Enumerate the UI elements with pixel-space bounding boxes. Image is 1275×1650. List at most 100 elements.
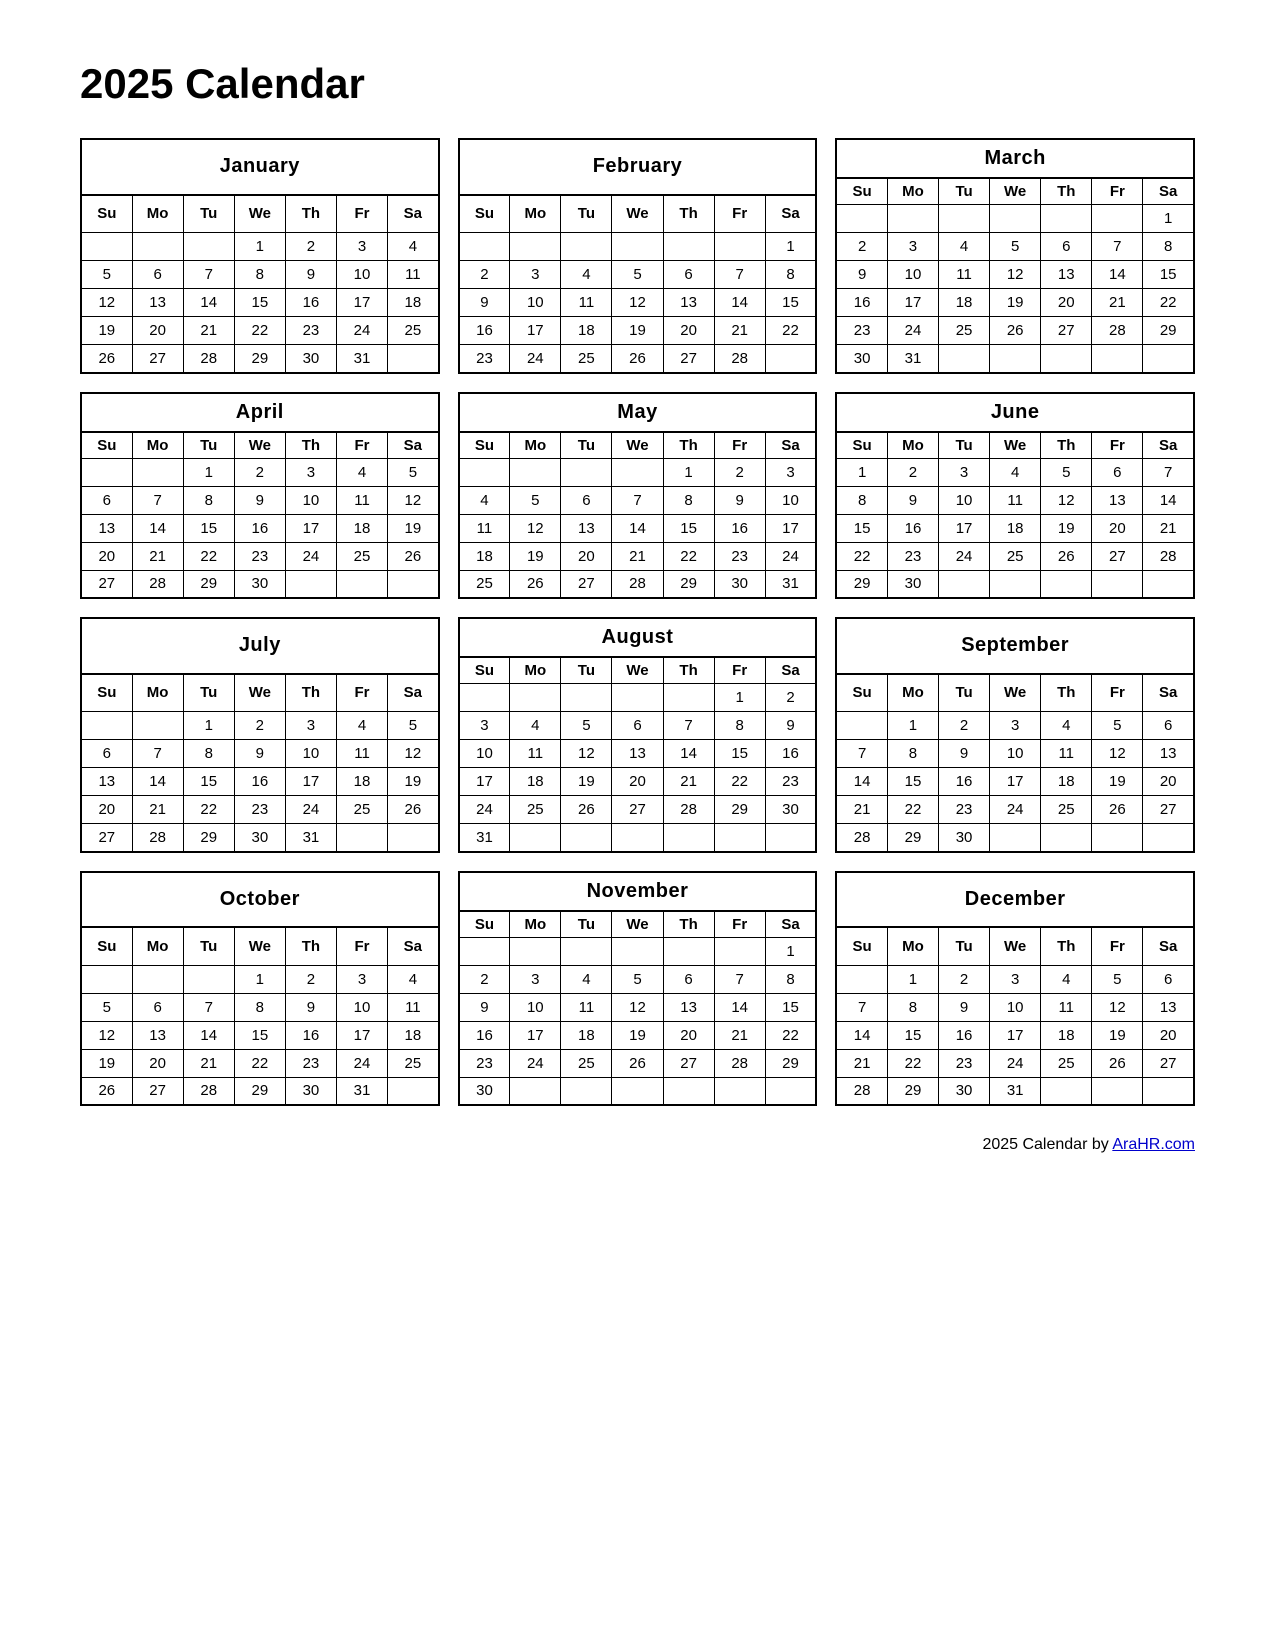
- day-cell: 13: [81, 768, 132, 796]
- day-cell: 1: [234, 965, 285, 993]
- day-cell: 21: [183, 317, 234, 345]
- day-cell: 4: [459, 486, 510, 514]
- table-row: 567891011: [81, 261, 439, 289]
- day-header-fr: Fr: [714, 195, 765, 233]
- day-cell: 26: [1041, 542, 1092, 570]
- day-cell: 21: [1143, 514, 1194, 542]
- table-row: 13141516171819: [81, 768, 439, 796]
- day-cell: 5: [510, 486, 561, 514]
- table-row: 9101112131415: [836, 261, 1194, 289]
- day-cell: 19: [388, 768, 439, 796]
- day-cell: 19: [1092, 1021, 1143, 1049]
- day-cell: 29: [887, 1077, 938, 1105]
- day-header-we: We: [612, 911, 663, 938]
- day-cell: 8: [234, 993, 285, 1021]
- empty-cell: [1041, 824, 1092, 852]
- day-cell: 7: [132, 486, 183, 514]
- empty-cell: [612, 233, 663, 261]
- day-cell: 2: [459, 261, 510, 289]
- empty-cell: [561, 824, 612, 852]
- day-header-th: Th: [285, 432, 336, 459]
- day-cell: 27: [1143, 1049, 1194, 1077]
- day-cell: 26: [612, 345, 663, 373]
- day-cell: 25: [561, 345, 612, 373]
- day-cell: 31: [459, 824, 510, 852]
- table-row: 14151617181920: [836, 768, 1194, 796]
- empty-cell: [183, 965, 234, 993]
- day-cell: 20: [81, 796, 132, 824]
- day-cell: 19: [510, 542, 561, 570]
- day-header-th: Th: [1041, 178, 1092, 205]
- month-table-april: AprilSuMoTuWeThFrSa123456789101112131415…: [80, 392, 440, 600]
- day-cell: 11: [336, 740, 387, 768]
- day-header-su: Su: [459, 657, 510, 684]
- day-cell: 5: [1092, 712, 1143, 740]
- empty-cell: [1041, 345, 1092, 373]
- table-row: 24252627282930: [459, 796, 817, 824]
- day-cell: 21: [183, 1049, 234, 1077]
- day-cell: 7: [836, 993, 887, 1021]
- day-cell: 15: [1143, 261, 1194, 289]
- table-row: 18192021222324: [459, 542, 817, 570]
- day-cell: 8: [765, 965, 816, 993]
- day-cell: 22: [887, 796, 938, 824]
- day-header-mo: Mo: [887, 674, 938, 712]
- day-cell: 27: [1092, 542, 1143, 570]
- day-cell: 26: [1092, 796, 1143, 824]
- table-row: 2345678: [459, 261, 817, 289]
- day-cell: 30: [887, 570, 938, 598]
- empty-cell: [612, 824, 663, 852]
- empty-cell: [1092, 570, 1143, 598]
- day-cell: 18: [990, 514, 1041, 542]
- footer-link[interactable]: AraHR.com: [1112, 1136, 1195, 1153]
- day-header-we: We: [990, 432, 1041, 459]
- day-cell: 5: [81, 993, 132, 1021]
- table-row: 16171819202122: [836, 289, 1194, 317]
- table-row: 28293031: [836, 1077, 1194, 1105]
- day-cell: 30: [459, 1077, 510, 1105]
- empty-cell: [132, 712, 183, 740]
- day-cell: 28: [663, 796, 714, 824]
- day-header-fr: Fr: [1092, 178, 1143, 205]
- table-row: 19202122232425: [81, 1049, 439, 1077]
- table-row: 78910111213: [836, 740, 1194, 768]
- table-row: 123: [459, 458, 817, 486]
- day-header-su: Su: [81, 195, 132, 233]
- table-row: 20212223242526: [81, 542, 439, 570]
- day-cell: 16: [714, 514, 765, 542]
- day-cell: 20: [663, 317, 714, 345]
- day-cell: 2: [887, 458, 938, 486]
- day-cell: 20: [1041, 289, 1092, 317]
- day-header-tu: Tu: [939, 178, 990, 205]
- day-cell: 15: [234, 289, 285, 317]
- empty-cell: [836, 712, 887, 740]
- day-cell: 12: [612, 993, 663, 1021]
- day-cell: 24: [459, 796, 510, 824]
- empty-cell: [459, 458, 510, 486]
- day-cell: 5: [990, 233, 1041, 261]
- day-cell: 11: [561, 289, 612, 317]
- day-cell: 19: [1041, 514, 1092, 542]
- table-row: 45678910: [459, 486, 817, 514]
- day-header-mo: Mo: [887, 927, 938, 965]
- day-cell: 29: [714, 796, 765, 824]
- day-header-tu: Tu: [183, 432, 234, 459]
- empty-cell: [561, 233, 612, 261]
- day-cell: 31: [765, 570, 816, 598]
- day-header-tu: Tu: [183, 674, 234, 712]
- day-cell: 3: [510, 261, 561, 289]
- day-cell: 14: [1143, 486, 1194, 514]
- empty-cell: [836, 205, 887, 233]
- day-cell: 14: [183, 289, 234, 317]
- table-row: 9101112131415: [459, 289, 817, 317]
- day-cell: 5: [561, 712, 612, 740]
- day-cell: 25: [561, 1049, 612, 1077]
- empty-cell: [1092, 824, 1143, 852]
- day-cell: 18: [1041, 1021, 1092, 1049]
- day-cell: 15: [887, 768, 938, 796]
- day-cell: 11: [388, 993, 439, 1021]
- day-cell: 2: [234, 458, 285, 486]
- table-row: 15161718192021: [836, 514, 1194, 542]
- month-table-december: DecemberSuMoTuWeThFrSa123456789101112131…: [835, 871, 1195, 1107]
- day-cell: 27: [81, 570, 132, 598]
